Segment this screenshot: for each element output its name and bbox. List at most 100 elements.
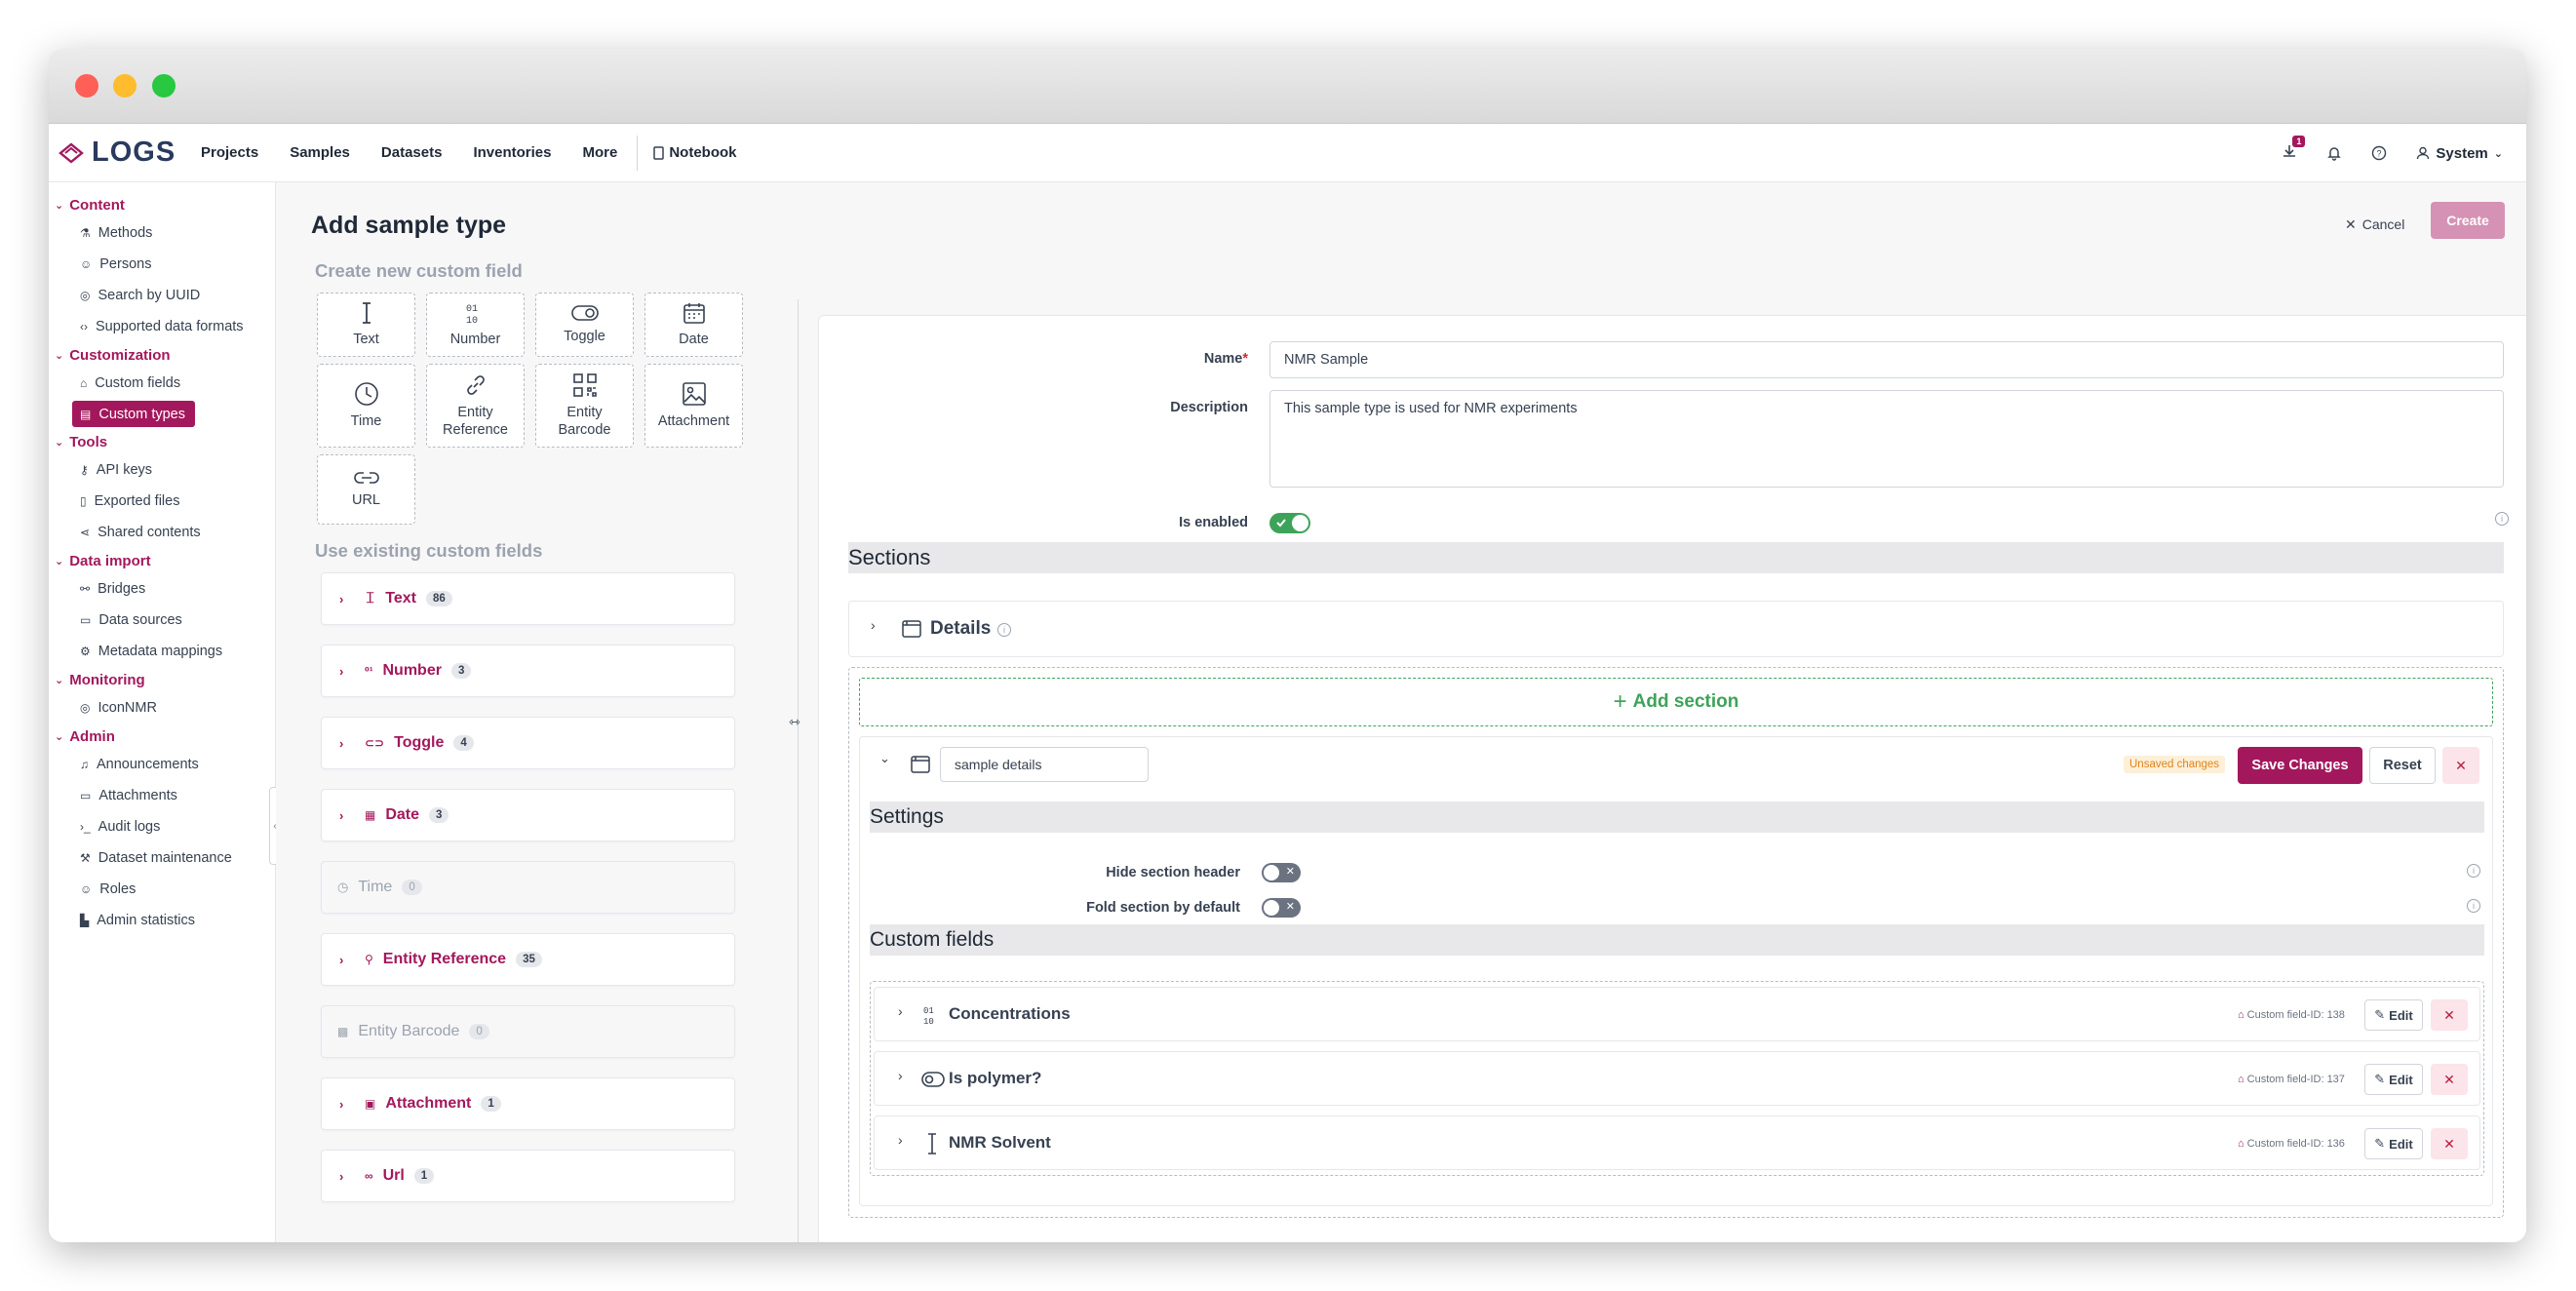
- zoom-window-button[interactable]: [152, 74, 176, 98]
- cancel-button[interactable]: ✕ Cancel: [2345, 208, 2404, 241]
- microscope-icon: ⚗: [80, 226, 91, 240]
- tile-label: Entity Barcode: [558, 404, 610, 439]
- nav-samples[interactable]: Samples: [274, 144, 366, 161]
- existing-text-accordion[interactable]: › 𝙸 Text 86: [321, 572, 735, 625]
- tile-time[interactable]: Time: [317, 364, 415, 448]
- edit-field-button[interactable]: ✎ Edit: [2364, 1128, 2423, 1159]
- sidebar-item-dataset-maintenance[interactable]: ⚒ Dataset maintenance: [49, 842, 275, 874]
- sidebar-group-admin[interactable]: ⌄ Admin: [49, 724, 275, 749]
- info-icon[interactable]: i: [2467, 899, 2480, 913]
- downloads-button[interactable]: 1: [2282, 135, 2306, 164]
- delete-section-button[interactable]: ✕: [2442, 747, 2479, 784]
- sidebar-group-customization[interactable]: ⌄ Customization: [49, 342, 275, 368]
- bell-icon[interactable]: [2326, 145, 2342, 161]
- sidebar-item-metadata-mappings[interactable]: ⚙ Metadata mappings: [49, 636, 275, 667]
- custom-field-row-is-polymer[interactable]: › Is polymer? ⌂ Custom field-ID: 137 ✎ Edi…: [874, 1051, 2480, 1106]
- sidebar-item-exported-files[interactable]: ▯ Exported files: [49, 486, 275, 517]
- info-icon[interactable]: i: [2467, 864, 2480, 878]
- existing-url-accordion[interactable]: › ∞ Url 1: [321, 1150, 735, 1202]
- sidebar-item-attachments[interactable]: ▭ Attachments: [49, 780, 275, 811]
- sidebar-item-custom-fields[interactable]: ⌂ Custom fields: [49, 368, 275, 399]
- user-menu[interactable]: System ⌄: [2416, 145, 2503, 162]
- person-icon: ☺: [80, 257, 93, 271]
- accordion-label: Entity Reference: [382, 951, 507, 967]
- remove-field-button[interactable]: ✕: [2431, 1064, 2468, 1095]
- remove-field-button[interactable]: ✕: [2431, 999, 2468, 1031]
- edit-field-button[interactable]: ✎ Edit: [2364, 999, 2423, 1031]
- tile-url[interactable]: URL: [317, 454, 415, 525]
- sidebar-item-audit-logs[interactable]: ›_ Audit logs: [49, 811, 275, 842]
- custom-field-row-concentrations[interactable]: › 01 10 Concentrations ⌂ Custom field-ID: …: [874, 987, 2480, 1041]
- is-enabled-toggle[interactable]: [1269, 513, 1310, 533]
- name-input[interactable]: NMR Sample: [1269, 341, 2504, 378]
- nav-inventories[interactable]: Inventories: [457, 144, 566, 161]
- sidebar-item-roles[interactable]: ☺ Roles: [49, 874, 275, 905]
- existing-date-accordion[interactable]: › ▦ Date 3: [321, 789, 735, 841]
- sidebar-item-iconnmr[interactable]: ◎ IconNMR: [49, 692, 275, 724]
- existing-toggle-accordion[interactable]: › ⊂⊃ Toggle 4: [321, 717, 735, 769]
- accordion-label: Date: [385, 806, 420, 823]
- existing-number-accordion[interactable]: › ⁰¹ Number 3: [321, 645, 735, 697]
- chevron-down-icon[interactable]: ⌄: [879, 751, 890, 766]
- nav-datasets[interactable]: Datasets: [366, 144, 458, 161]
- description-textarea[interactable]: This sample type is used for NMR experim…: [1269, 390, 2504, 488]
- sidebar-item-api-keys[interactable]: ⚷ API keys: [49, 454, 275, 486]
- info-icon[interactable]: i: [997, 623, 1011, 637]
- nav-projects[interactable]: Projects: [185, 144, 274, 161]
- sidebar-item-data-formats[interactable]: ‹› Supported data formats: [49, 311, 275, 342]
- sections-dropzone: + Add section ⌄ sample details Unsaved ch…: [848, 667, 2504, 1218]
- tile-text[interactable]: Text: [317, 293, 415, 357]
- save-changes-button[interactable]: Save Changes: [2238, 747, 2362, 784]
- sidebar-item-admin-statistics[interactable]: ▙ Admin statistics: [49, 905, 275, 936]
- sidebar-item-custom-types[interactable]: ▤ Custom types: [72, 401, 195, 427]
- sidebar-group-data-import[interactable]: ⌄ Data import: [49, 548, 275, 573]
- help-icon[interactable]: ?: [2371, 145, 2387, 161]
- custom-field-name: Concentrations: [949, 1004, 1071, 1023]
- reset-button[interactable]: Reset: [2369, 747, 2436, 784]
- existing-attachment-accordion[interactable]: › ▣ Attachment 1: [321, 1077, 735, 1130]
- tag-icon: ⌂: [80, 376, 88, 390]
- nav-more[interactable]: More: [566, 144, 633, 161]
- fold-section-label: Fold section by default: [1086, 900, 1240, 916]
- hide-header-toggle[interactable]: ✕: [1262, 863, 1301, 882]
- sidebar-item-shared-contents[interactable]: ⋖ Shared contents: [49, 517, 275, 548]
- info-icon[interactable]: i: [2495, 512, 2509, 526]
- sidebar-item-methods[interactable]: ⚗ Methods: [49, 217, 275, 249]
- section-name-input[interactable]: sample details: [940, 747, 1149, 782]
- download-badge: 1: [2292, 135, 2306, 147]
- sidebar-item-search-uuid[interactable]: ◎ Search by UUID: [49, 280, 275, 311]
- fold-section-toggle[interactable]: ✕: [1262, 898, 1301, 918]
- minimize-window-button[interactable]: [113, 74, 137, 98]
- close-window-button[interactable]: [75, 74, 98, 98]
- sidebar-item-announcements[interactable]: ♫ Announcements: [49, 749, 275, 780]
- top-navigation: LOGS Projects Samples Datasets Inventori…: [49, 124, 2526, 182]
- tile-entity-barcode[interactable]: Entity Barcode: [535, 364, 634, 448]
- add-section-button[interactable]: + Add section: [859, 678, 2493, 726]
- details-section-row[interactable]: › Details i: [848, 601, 2504, 657]
- sidebar-group-content[interactable]: ⌄ Content: [49, 192, 275, 217]
- existing-entity-reference-accordion[interactable]: › ⚲ Entity Reference 35: [321, 933, 735, 986]
- sidebar-group-monitoring[interactable]: ⌄ Monitoring: [49, 667, 275, 692]
- sidebar-item-persons[interactable]: ☺ Persons: [49, 249, 275, 280]
- count-badge: 3: [429, 807, 449, 823]
- remove-field-button[interactable]: ✕: [2431, 1128, 2468, 1159]
- sections-heading: Sections: [848, 542, 2504, 573]
- sidebar-group-tools[interactable]: ⌄ Tools: [49, 429, 275, 454]
- existing-fields-heading: Use existing custom fields: [315, 540, 543, 561]
- tile-toggle[interactable]: Toggle: [535, 293, 634, 357]
- tile-attachment[interactable]: Attachment: [644, 364, 743, 448]
- tile-number[interactable]: 01 10 Number: [426, 293, 525, 357]
- create-button[interactable]: Create: [2431, 202, 2505, 239]
- custom-field-row-nmr-solvent[interactable]: › NMR Solvent ⌂ Custom field-ID: 136 ✎ Edi…: [874, 1115, 2480, 1170]
- nav-notebook[interactable]: Notebook: [642, 144, 752, 161]
- svg-text:10: 10: [923, 1017, 934, 1026]
- logo[interactable]: LOGS: [59, 137, 185, 169]
- count-badge: 0: [402, 880, 422, 895]
- edit-field-button[interactable]: ✎ Edit: [2364, 1064, 2423, 1095]
- sidebar-item-bridges[interactable]: ⚯ Bridges: [49, 573, 275, 605]
- panel-splitter[interactable]: [798, 299, 799, 1242]
- tile-date[interactable]: Date: [644, 293, 743, 357]
- tile-entity-reference[interactable]: Entity Reference: [426, 364, 525, 448]
- sidebar-item-data-sources[interactable]: ▭ Data sources: [49, 605, 275, 636]
- resize-handle-icon[interactable]: ⇿: [789, 714, 800, 730]
